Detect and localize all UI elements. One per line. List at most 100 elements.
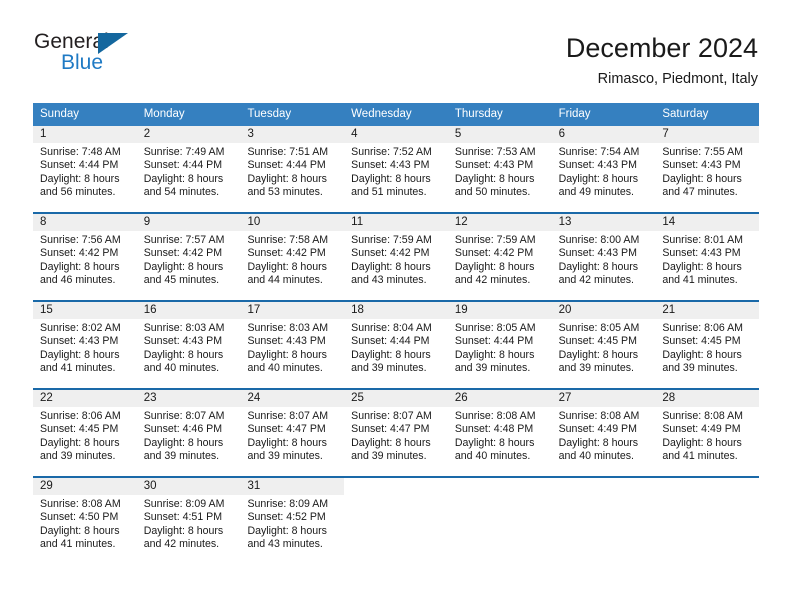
calendar-day-cell[interactable]: 8 Sunrise: 7:56 AM Sunset: 4:42 PM Daylight… <box>33 214 137 296</box>
day-detail-line: Sunrise: 7:57 AM <box>143 234 225 246</box>
day-details: Sunrise: 8:06 AM Sunset: 4:45 PM Daylight:… <box>655 319 759 376</box>
day-detail-line: Sunset: 4:45 PM <box>662 335 741 348</box>
day-details: Sunrise: 7:52 AM Sunset: 4:43 PM Daylight:… <box>344 143 448 200</box>
day-detail-line: Sunset: 4:42 PM <box>351 247 430 260</box>
calendar-day-cell[interactable]: 7 Sunrise: 7:55 AM Sunset: 4:43 PM Daylight… <box>655 126 760 208</box>
day-number <box>655 478 760 495</box>
day-details: Sunrise: 8:08 AM Sunset: 4:50 PM Daylight:… <box>33 495 137 552</box>
day-number: 16 <box>136 302 241 319</box>
day-number: 8 <box>33 214 137 231</box>
calendar-day-cell[interactable]: 24 Sunrise: 8:07 AM Sunset: 4:47 PM Dayligh… <box>240 390 345 472</box>
calendar-day-cell[interactable]: 10 Sunrise: 7:58 AM Sunset: 4:42 PM Dayligh… <box>240 214 345 296</box>
calendar-day-cell-empty <box>551 478 656 560</box>
day-detail-line: Sunrise: 8:05 AM <box>454 322 536 334</box>
day-detail-line: and 39 minutes. <box>351 450 427 463</box>
calendar-day-cell[interactable]: 19 Sunrise: 8:05 AM Sunset: 4:44 PM Dayligh… <box>447 302 552 384</box>
day-details: Sunrise: 7:58 AM Sunset: 4:42 PM Daylight:… <box>240 231 344 288</box>
day-number <box>447 478 552 495</box>
day-detail-line: Daylight: 8 hours <box>662 260 742 273</box>
calendar-day-cell[interactable]: 15 Sunrise: 8:02 AM Sunset: 4:43 PM Dayligh… <box>33 302 137 384</box>
day-detail-line: Daylight: 8 hours <box>558 348 639 361</box>
day-detail-line: and 39 minutes. <box>351 362 427 375</box>
day-details: Sunrise: 8:08 AM Sunset: 4:49 PM Daylight:… <box>552 407 656 464</box>
calendar-day-cell[interactable]: 20 Sunrise: 8:05 AM Sunset: 4:45 PM Dayligh… <box>551 302 656 384</box>
calendar-day-cell[interactable]: 22 Sunrise: 8:06 AM Sunset: 4:45 PM Dayligh… <box>33 390 137 472</box>
calendar-day-cell[interactable]: 30 Sunrise: 8:09 AM Sunset: 4:51 PM Dayligh… <box>136 478 241 560</box>
calendar-day-cell[interactable]: 11 Sunrise: 7:59 AM Sunset: 4:42 PM Dayligh… <box>344 214 448 296</box>
calendar-weeks: 1 Sunrise: 7:48 AM Sunset: 4:44 PM Daylight… <box>33 126 760 560</box>
day-detail-line: and 56 minutes. <box>40 186 116 199</box>
calendar-day-cell[interactable]: 16 Sunrise: 8:03 AM Sunset: 4:43 PM Dayligh… <box>136 302 241 384</box>
calendar-day-cell[interactable]: 1 Sunrise: 7:48 AM Sunset: 4:44 PM Daylight… <box>33 126 137 208</box>
day-number: 23 <box>136 390 241 407</box>
calendar-day-cell[interactable]: 14 Sunrise: 8:01 AM Sunset: 4:43 PM Dayligh… <box>655 214 760 296</box>
day-detail-line: and 39 minutes. <box>143 450 220 463</box>
calendar-day-cell[interactable]: 25 Sunrise: 8:07 AM Sunset: 4:47 PM Dayligh… <box>344 390 448 472</box>
calendar-day-cell[interactable]: 18 Sunrise: 8:04 AM Sunset: 4:44 PM Dayligh… <box>344 302 448 384</box>
day-details: Sunrise: 8:07 AM Sunset: 4:47 PM Daylight:… <box>240 407 344 464</box>
day-detail-line: Daylight: 8 hours <box>40 524 120 537</box>
calendar-day-cell[interactable]: 21 Sunrise: 8:06 AM Sunset: 4:45 PM Dayligh… <box>655 302 760 384</box>
general-blue-logo[interactable]: General Blue <box>34 30 144 76</box>
day-of-week-header-saturday: Saturday <box>662 108 709 120</box>
calendar-day-cell-empty <box>447 478 552 560</box>
calendar-day-cell-empty <box>344 478 448 560</box>
day-number: 3 <box>240 126 345 143</box>
calendar-day-cell[interactable]: 6 Sunrise: 7:54 AM Sunset: 4:43 PM Daylight… <box>551 126 656 208</box>
calendar-day-cell[interactable]: 27 Sunrise: 8:08 AM Sunset: 4:49 PM Dayligh… <box>551 390 656 472</box>
calendar-day-cell[interactable]: 23 Sunrise: 8:07 AM Sunset: 4:46 PM Dayligh… <box>136 390 241 472</box>
day-detail-line: and 51 minutes. <box>351 186 427 199</box>
calendar-day-cell[interactable]: 13 Sunrise: 8:00 AM Sunset: 4:43 PM Dayligh… <box>551 214 656 296</box>
day-number: 17 <box>240 302 345 319</box>
day-of-week-header-monday: Monday <box>143 108 185 120</box>
calendar-day-cell[interactable]: 29 Sunrise: 8:08 AM Sunset: 4:50 PM Dayligh… <box>33 478 137 560</box>
calendar-week-row: 8 Sunrise: 7:56 AM Sunset: 4:42 PM Daylight… <box>33 212 760 296</box>
calendar-day-cell[interactable]: 31 Sunrise: 8:09 AM Sunset: 4:52 PM Dayligh… <box>240 478 345 560</box>
day-detail-line: Sunset: 4:45 PM <box>558 335 637 348</box>
calendar-week-row: 15 Sunrise: 8:02 AM Sunset: 4:43 PM Dayligh… <box>33 300 760 384</box>
day-detail-line: Sunset: 4:42 PM <box>247 247 326 260</box>
day-detail-line: Daylight: 8 hours <box>247 436 327 449</box>
day-detail-line: Sunrise: 8:06 AM <box>40 410 121 422</box>
day-detail-line: and 43 minutes. <box>247 538 323 551</box>
day-detail-line: Daylight: 8 hours <box>143 172 224 185</box>
day-detail-line: and 53 minutes. <box>247 186 323 199</box>
day-details: Sunrise: 8:09 AM Sunset: 4:52 PM Daylight:… <box>240 495 344 552</box>
day-detail-line: Sunrise: 7:53 AM <box>454 146 536 158</box>
calendar-week-row: 22 Sunrise: 8:06 AM Sunset: 4:45 PM Dayligh… <box>33 388 760 472</box>
day-number: 10 <box>240 214 345 231</box>
calendar-day-cell[interactable]: 3 Sunrise: 7:51 AM Sunset: 4:44 PM Daylight… <box>240 126 345 208</box>
calendar-week-row: 29 Sunrise: 8:08 AM Sunset: 4:50 PM Dayligh… <box>33 476 760 560</box>
calendar-day-cell[interactable]: 2 Sunrise: 7:49 AM Sunset: 4:44 PM Daylight… <box>136 126 241 208</box>
day-detail-line: Sunrise: 7:59 AM <box>351 234 432 246</box>
calendar-day-cell[interactable]: 26 Sunrise: 8:08 AM Sunset: 4:48 PM Dayligh… <box>447 390 552 472</box>
day-detail-line: and 40 minutes. <box>454 450 531 463</box>
day-number: 24 <box>240 390 345 407</box>
day-detail-line: Daylight: 8 hours <box>40 436 120 449</box>
day-details: Sunrise: 8:03 AM Sunset: 4:43 PM Daylight:… <box>137 319 241 376</box>
calendar-day-cell[interactable]: 4 Sunrise: 7:52 AM Sunset: 4:43 PM Daylight… <box>344 126 448 208</box>
calendar-day-cell[interactable]: 17 Sunrise: 8:03 AM Sunset: 4:43 PM Dayligh… <box>240 302 345 384</box>
day-detail-line: Sunrise: 7:48 AM <box>40 146 121 158</box>
day-details: Sunrise: 8:06 AM Sunset: 4:45 PM Daylight:… <box>33 407 137 464</box>
day-detail-line: Sunset: 4:48 PM <box>454 423 534 436</box>
calendar-day-cell[interactable]: 28 Sunrise: 8:08 AM Sunset: 4:49 PM Dayligh… <box>655 390 760 472</box>
day-detail-line: Sunset: 4:44 PM <box>143 159 223 172</box>
day-number: 5 <box>447 126 552 143</box>
day-of-week-header-friday: Friday <box>558 108 591 120</box>
calendar-day-cell[interactable]: 5 Sunrise: 7:53 AM Sunset: 4:43 PM Daylight… <box>447 126 552 208</box>
day-detail-line: Sunrise: 7:54 AM <box>558 146 640 158</box>
day-detail-line: Daylight: 8 hours <box>143 524 224 537</box>
day-details: Sunrise: 8:08 AM Sunset: 4:49 PM Daylight:… <box>655 407 759 464</box>
calendar-day-cell[interactable]: 9 Sunrise: 7:57 AM Sunset: 4:42 PM Daylight… <box>136 214 241 296</box>
day-detail-line: Sunset: 4:47 PM <box>351 423 430 436</box>
calendar-day-cell[interactable]: 12 Sunrise: 7:59 AM Sunset: 4:42 PM Dayligh… <box>447 214 552 296</box>
day-details: Sunrise: 7:56 AM Sunset: 4:42 PM Daylight:… <box>33 231 137 288</box>
day-number: 29 <box>33 478 137 495</box>
day-detail-line: and 42 minutes. <box>143 538 220 551</box>
day-number: 27 <box>551 390 656 407</box>
day-detail-line: Sunset: 4:44 PM <box>351 335 430 348</box>
day-detail-line: Daylight: 8 hours <box>40 348 120 361</box>
day-detail-line: Daylight: 8 hours <box>454 348 535 361</box>
day-number: 15 <box>33 302 137 319</box>
